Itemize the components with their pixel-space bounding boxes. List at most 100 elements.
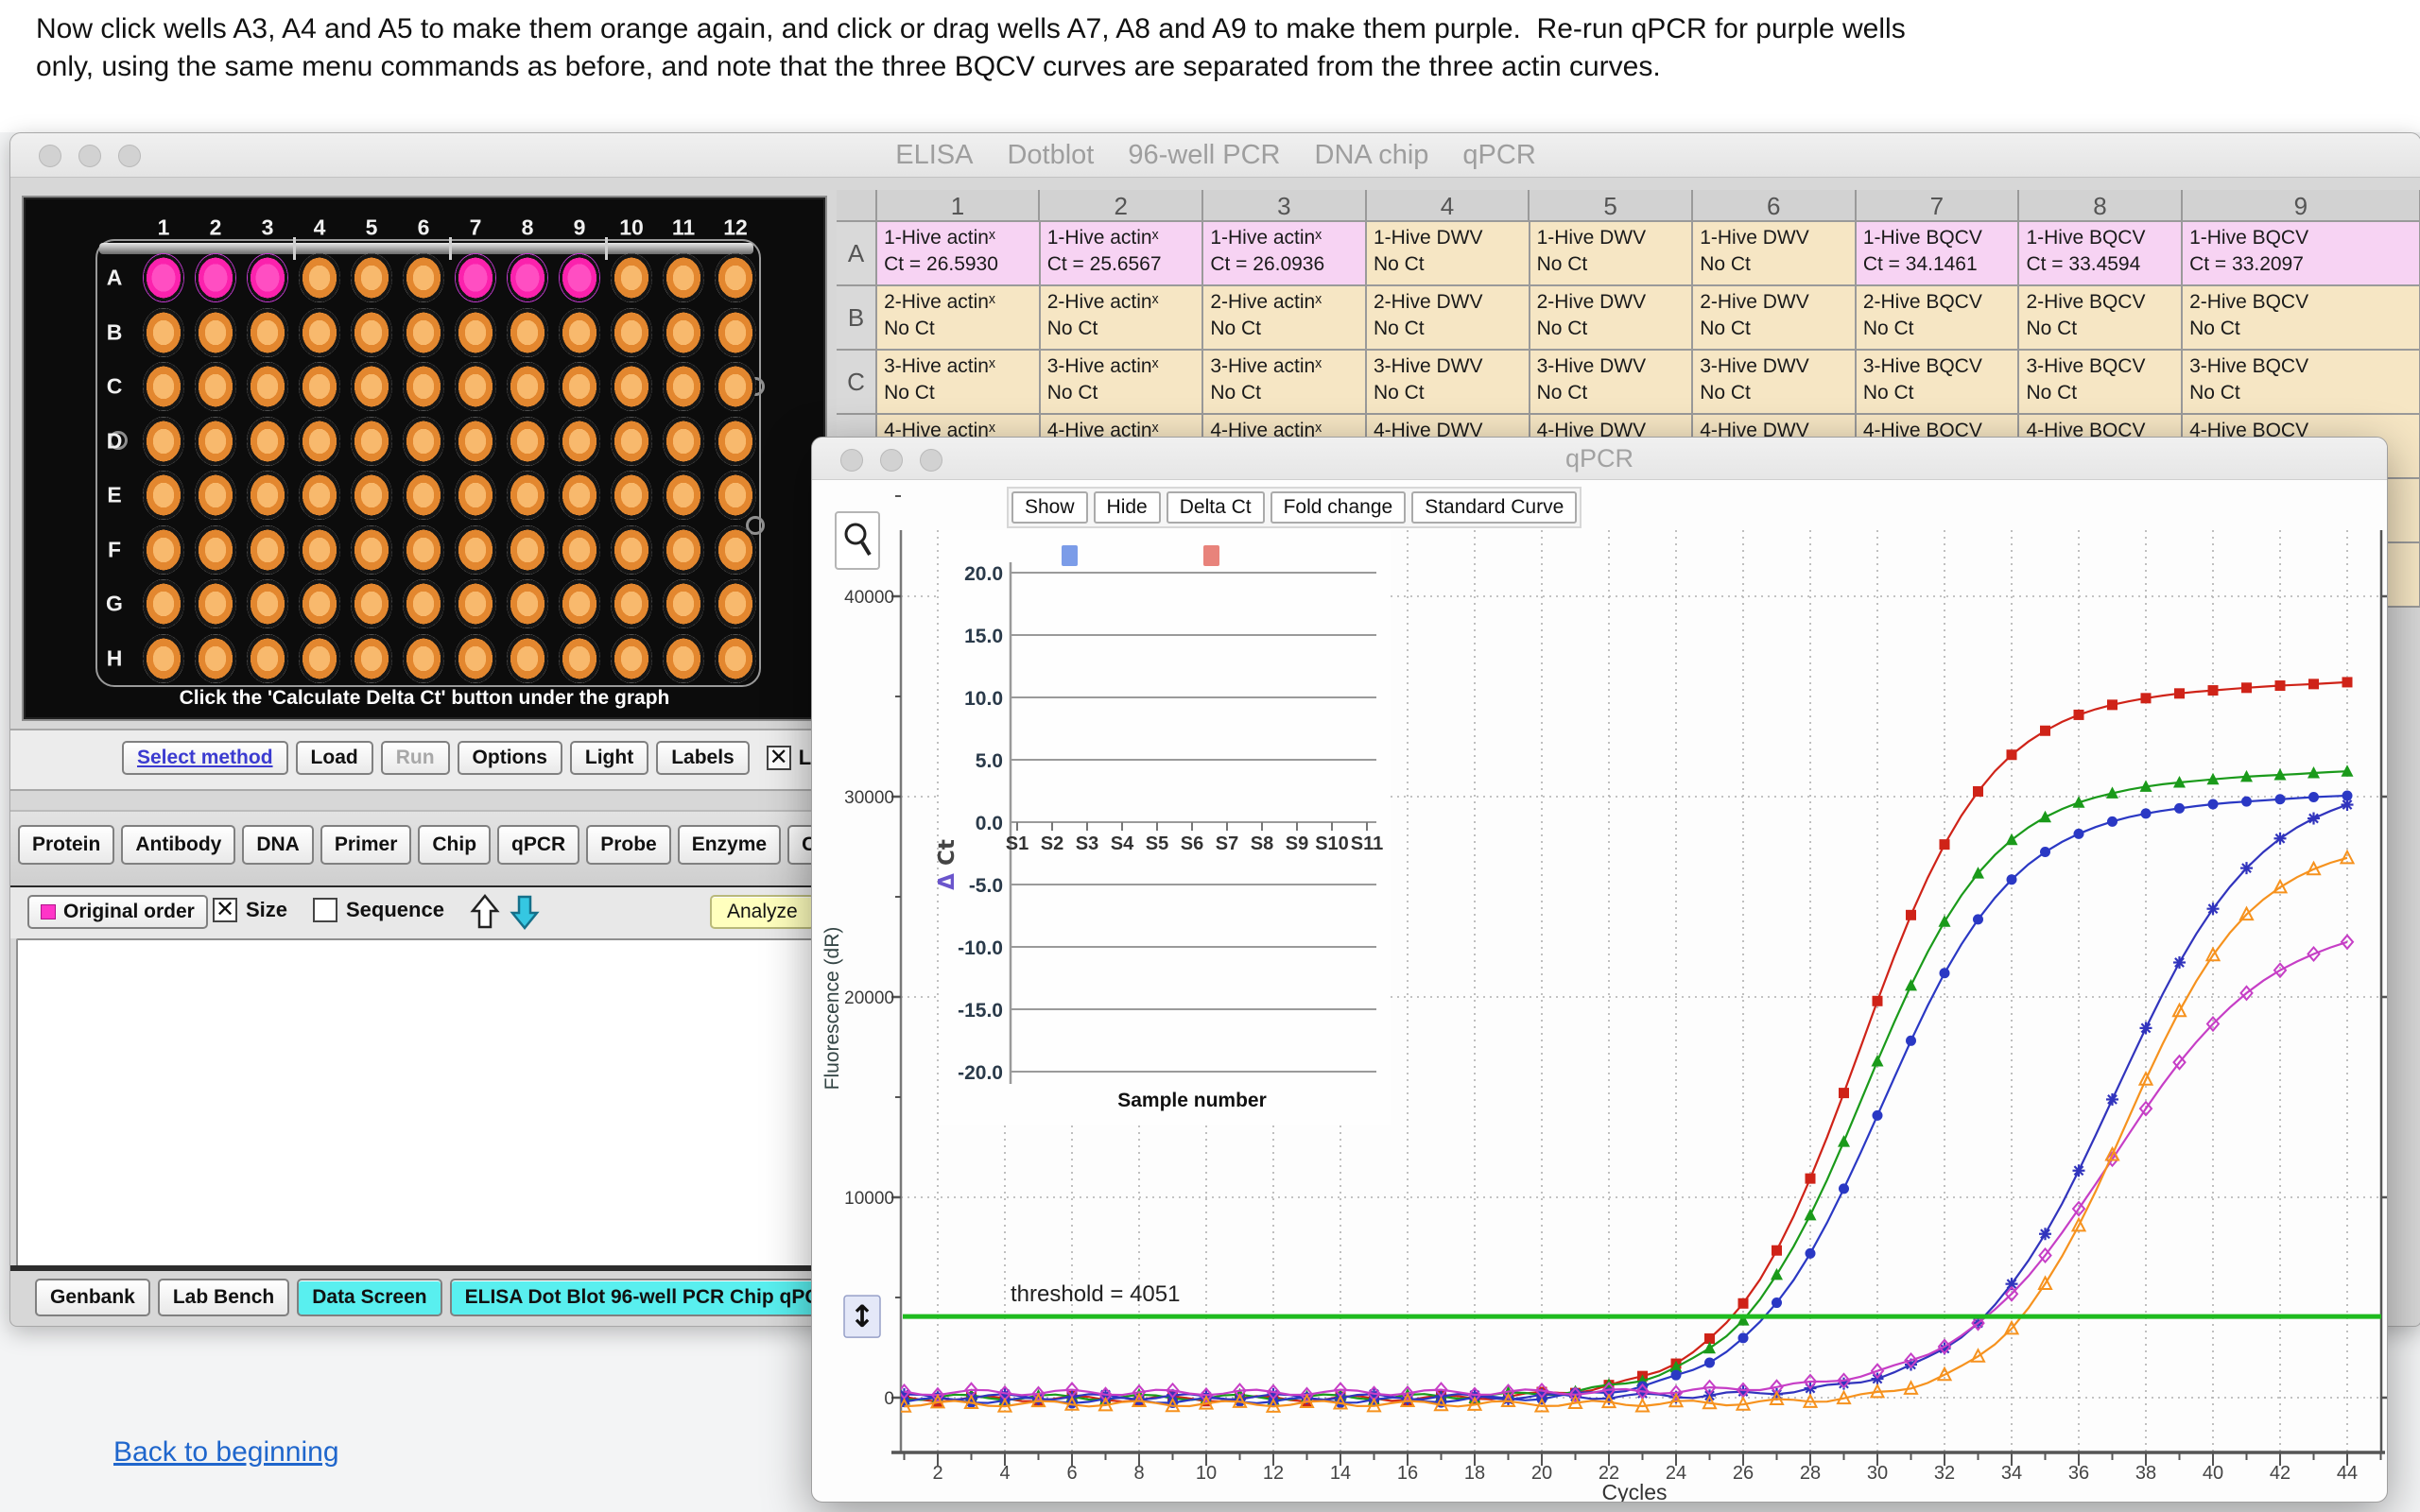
well-B3[interactable] xyxy=(247,307,288,357)
well-H8[interactable] xyxy=(507,633,548,683)
row-header-A[interactable]: A xyxy=(837,222,878,286)
well-cell-C5[interactable]: 3-Hive DWV No Ct xyxy=(1530,351,1694,415)
well-G5[interactable] xyxy=(351,579,392,628)
well-A9[interactable] xyxy=(559,253,600,302)
well-cell-C2[interactable]: 3-Hive actinˣ No Ct xyxy=(1040,351,1204,415)
well-A12[interactable] xyxy=(715,253,756,302)
well-cell-A7[interactable]: 1-Hive BQCV Ct = 34.1461 xyxy=(1856,222,2020,286)
well-F12[interactable] xyxy=(715,524,756,575)
well-cell-C3[interactable]: 3-Hive actinˣ No Ct xyxy=(1203,351,1367,415)
back-to-beginning-link[interactable]: Back to beginning xyxy=(113,1436,339,1469)
well-H10[interactable] xyxy=(611,633,652,683)
well-H5[interactable] xyxy=(351,633,392,683)
well-cell-C8[interactable]: 3-Hive BQCV No Ct xyxy=(2019,351,2184,415)
well-D4[interactable] xyxy=(299,416,340,466)
menu-item-qpcr[interactable]: qPCR xyxy=(1462,140,1535,171)
main-window-titlebar[interactable]: ELISA Dotblot 96-well PCR DNA chip qPCR xyxy=(10,133,2420,178)
original-order-button[interactable]: Original order xyxy=(27,895,208,929)
well-cell-C9[interactable]: 3-Hive BQCV No Ct xyxy=(2183,351,2420,415)
well-E4[interactable] xyxy=(299,471,340,520)
column-header-8[interactable]: 8 xyxy=(2019,190,2183,222)
well-cell-A9[interactable]: 1-Hive BQCV Ct = 33.2097 xyxy=(2183,222,2420,286)
column-header-9[interactable]: 9 xyxy=(2182,190,2420,222)
well-F8[interactable] xyxy=(507,524,548,575)
well-B12[interactable] xyxy=(715,307,756,357)
column-header-1[interactable]: 1 xyxy=(876,190,1041,222)
well-C3[interactable] xyxy=(247,362,288,411)
well-cell-B3[interactable]: 2-Hive actinˣ No Ct xyxy=(1203,286,1367,351)
well-G8[interactable] xyxy=(507,579,548,628)
analyze-button[interactable]: Analyze xyxy=(710,895,815,929)
well-E1[interactable] xyxy=(143,471,184,520)
well-C5[interactable] xyxy=(351,362,392,411)
well-B1[interactable] xyxy=(143,307,184,357)
well-cell-A3[interactable]: 1-Hive actinˣ Ct = 26.0936 xyxy=(1203,222,1367,286)
well-cell-A5[interactable]: 1-Hive DWV No Ct xyxy=(1530,222,1694,286)
well-C1[interactable] xyxy=(143,362,184,411)
menu-item-elisa[interactable]: ELISA xyxy=(895,140,973,171)
well-G11[interactable] xyxy=(663,579,704,628)
well-C2[interactable] xyxy=(195,362,236,411)
well-F4[interactable] xyxy=(299,524,340,575)
well-H1[interactable] xyxy=(143,633,184,683)
well-G10[interactable] xyxy=(611,579,652,628)
well-A3[interactable] xyxy=(247,253,288,302)
light-button[interactable]: Light xyxy=(569,741,649,775)
well-E6[interactable] xyxy=(403,471,444,520)
well-E7[interactable] xyxy=(455,471,496,520)
well-G3[interactable] xyxy=(247,579,288,628)
well-A6[interactable] xyxy=(403,253,444,302)
menu-item-dna-chip[interactable]: DNA chip xyxy=(1315,140,1429,171)
standard-curve-button[interactable]: Standard Curve xyxy=(1411,491,1578,524)
well-B6[interactable] xyxy=(403,307,444,357)
well-A4[interactable] xyxy=(299,253,340,302)
well-D3[interactable] xyxy=(247,416,288,466)
well-C10[interactable] xyxy=(611,362,652,411)
well-F2[interactable] xyxy=(195,524,236,575)
well-G2[interactable] xyxy=(195,579,236,628)
well-D10[interactable] xyxy=(611,416,652,466)
well-H12[interactable] xyxy=(715,633,756,683)
column-header-6[interactable]: 6 xyxy=(1692,190,1857,222)
well-E11[interactable] xyxy=(663,471,704,520)
well-D12[interactable] xyxy=(715,416,756,466)
bottom-tab-lab-bench[interactable]: Lab Bench xyxy=(157,1279,290,1316)
size-checkbox[interactable]: ✕ xyxy=(213,898,237,922)
show-button[interactable]: Show xyxy=(1011,491,1088,524)
well-F3[interactable] xyxy=(247,524,288,575)
row-header-B[interactable]: B xyxy=(837,286,878,351)
well-C11[interactable] xyxy=(663,362,704,411)
well-E10[interactable] xyxy=(611,471,652,520)
well-H9[interactable] xyxy=(559,633,600,683)
well-cell-A6[interactable]: 1-Hive DWV No Ct xyxy=(1693,222,1857,286)
load-checkbox[interactable]: ✕ xyxy=(766,746,791,770)
well-B9[interactable] xyxy=(559,307,600,357)
well-E12[interactable] xyxy=(715,471,756,520)
bottom-tab-elisa-dot[interactable]: ELISA Dot Blot 96-well PCR Chip qPCR xyxy=(449,1279,849,1316)
column-header-3[interactable]: 3 xyxy=(1203,190,1367,222)
qpcr-charts[interactable]: 2 4 6 8 10 12 14 16 18 20 22 24 26 28 30 32 34 36 38 40 42 44… xyxy=(812,479,2387,1502)
well-cell-B9[interactable]: 2-Hive BQCV No Ct xyxy=(2183,286,2420,351)
delta-ct-button[interactable]: Delta Ct xyxy=(1166,491,1265,524)
well-cell-C4[interactable]: 3-Hive DWV No Ct xyxy=(1366,351,1530,415)
bottom-tab-genbank[interactable]: Genbank xyxy=(35,1279,150,1316)
well-G4[interactable] xyxy=(299,579,340,628)
zoom-tool-button[interactable] xyxy=(835,511,880,570)
well-H6[interactable] xyxy=(403,633,444,683)
well-A8[interactable] xyxy=(507,253,548,302)
well-C4[interactable] xyxy=(299,362,340,411)
well-E8[interactable] xyxy=(507,471,548,520)
load-button[interactable]: Load xyxy=(295,741,373,775)
well-F10[interactable] xyxy=(611,524,652,575)
well-cell-A1[interactable]: 1-Hive actinˣ Ct = 26.5930 xyxy=(877,222,1041,286)
well-A2[interactable] xyxy=(195,253,236,302)
well-D8[interactable] xyxy=(507,416,548,466)
well-F5[interactable] xyxy=(351,524,392,575)
sequence-checkbox[interactable] xyxy=(313,898,337,922)
well-A10[interactable] xyxy=(611,253,652,302)
well-D5[interactable] xyxy=(351,416,392,466)
tab-chip[interactable]: Chip xyxy=(418,825,492,865)
well-cell-A4[interactable]: 1-Hive DWV No Ct xyxy=(1366,222,1530,286)
tab-primer[interactable]: Primer xyxy=(320,825,412,865)
well-cell-B4[interactable]: 2-Hive DWV No Ct xyxy=(1366,286,1530,351)
